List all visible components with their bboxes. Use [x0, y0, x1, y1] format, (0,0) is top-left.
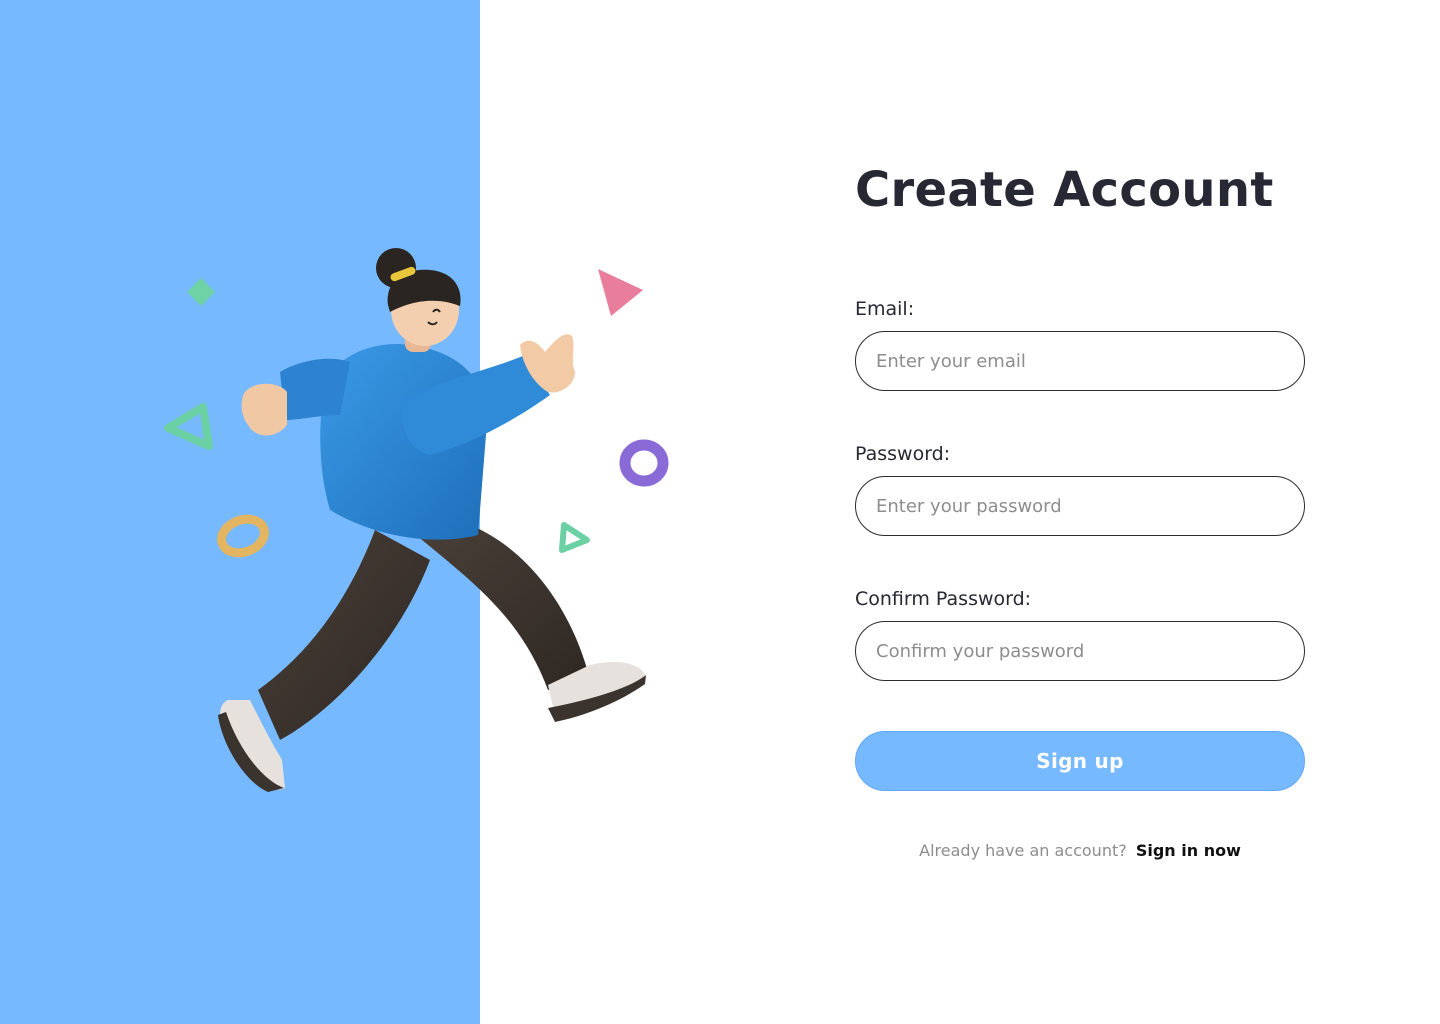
password-field[interactable]	[855, 476, 1305, 536]
signin-row: Already have an account? Sign in now	[855, 841, 1305, 860]
password-label: Password:	[855, 443, 951, 465]
green-triangle-outline-icon	[164, 403, 213, 450]
email-label: Email:	[855, 298, 915, 320]
email-field[interactable]	[855, 331, 1305, 391]
green-triangle-small-icon	[559, 522, 590, 553]
hero-illustration	[164, 248, 669, 792]
signup-page: Create Account Email: Password: Confirm …	[0, 0, 1440, 1024]
purple-torus-icon	[619, 439, 669, 487]
pink-triangle-icon	[598, 269, 643, 316]
confirm-password-field[interactable]	[855, 621, 1305, 681]
signin-prompt: Already have an account?	[919, 841, 1127, 860]
jumping-person-figure	[218, 248, 646, 792]
page-title: Create Account	[855, 162, 1274, 218]
confirm-password-label: Confirm Password:	[855, 588, 1032, 610]
sign-in-link[interactable]: Sign in now	[1136, 841, 1241, 860]
green-diamond-icon	[187, 278, 215, 306]
gold-ring-icon	[217, 514, 269, 558]
sign-up-button[interactable]: Sign up	[855, 731, 1305, 791]
